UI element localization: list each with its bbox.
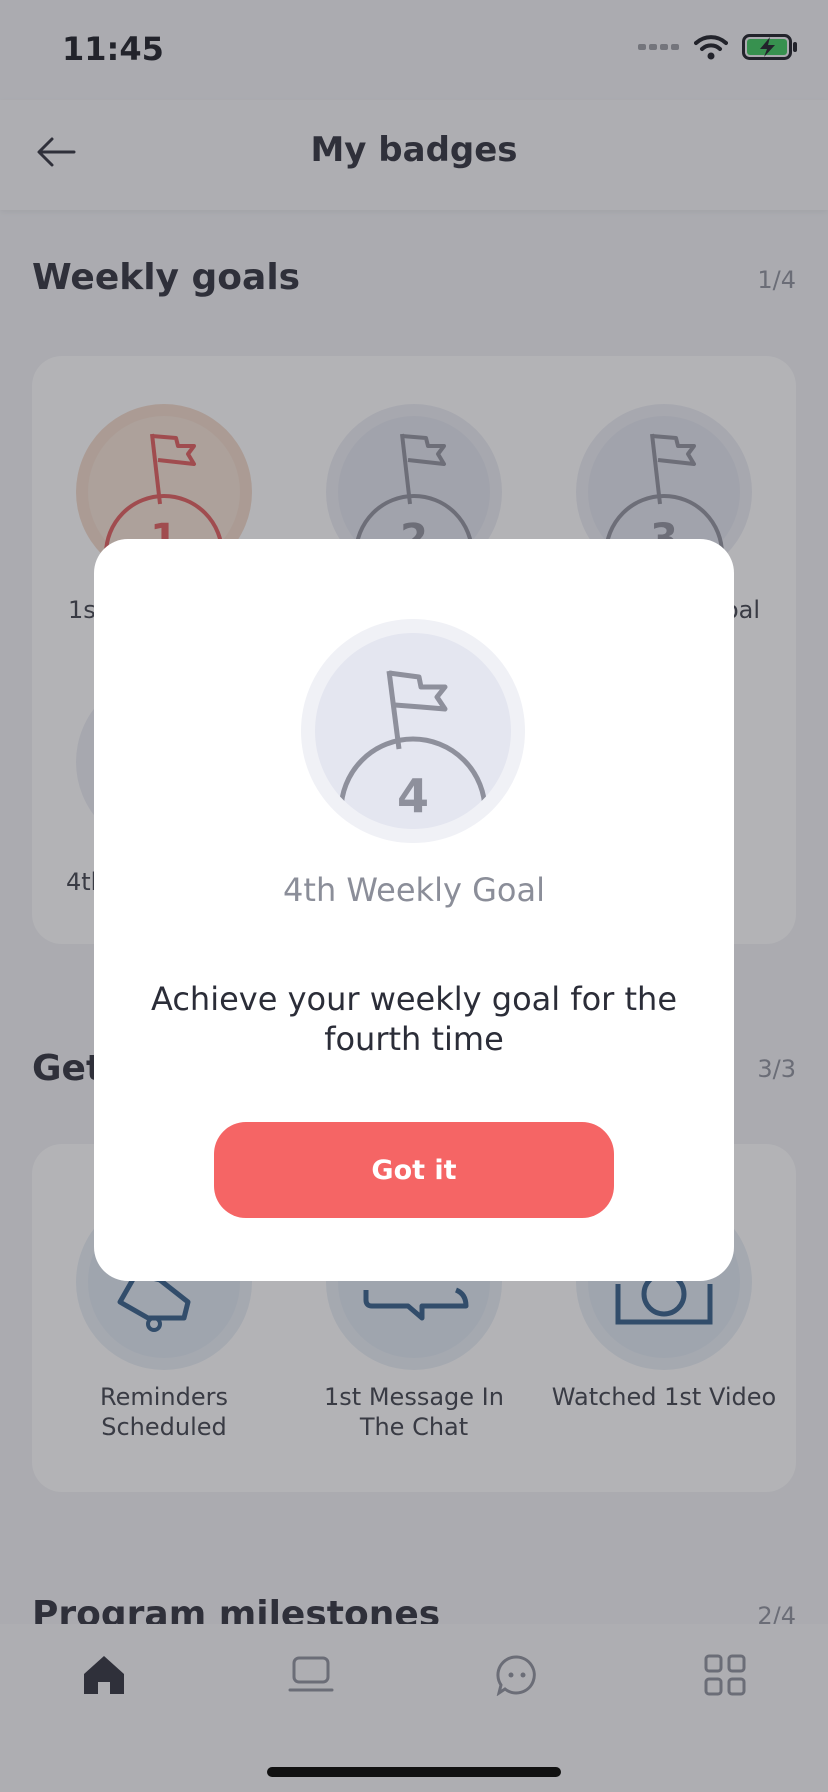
badge-number: 4 [396,769,429,823]
badge-title: 4th Weekly Goal [283,871,545,909]
badge-description: Achieve your weekly goal for the fourth … [150,980,678,1058]
badge-detail-modal: 4 4th Weekly Goal Achieve your weekly go… [94,539,734,1281]
modal-badge: 4 [301,619,525,843]
got-it-button[interactable]: Got it [214,1122,614,1218]
home-indicator[interactable] [267,1767,561,1777]
